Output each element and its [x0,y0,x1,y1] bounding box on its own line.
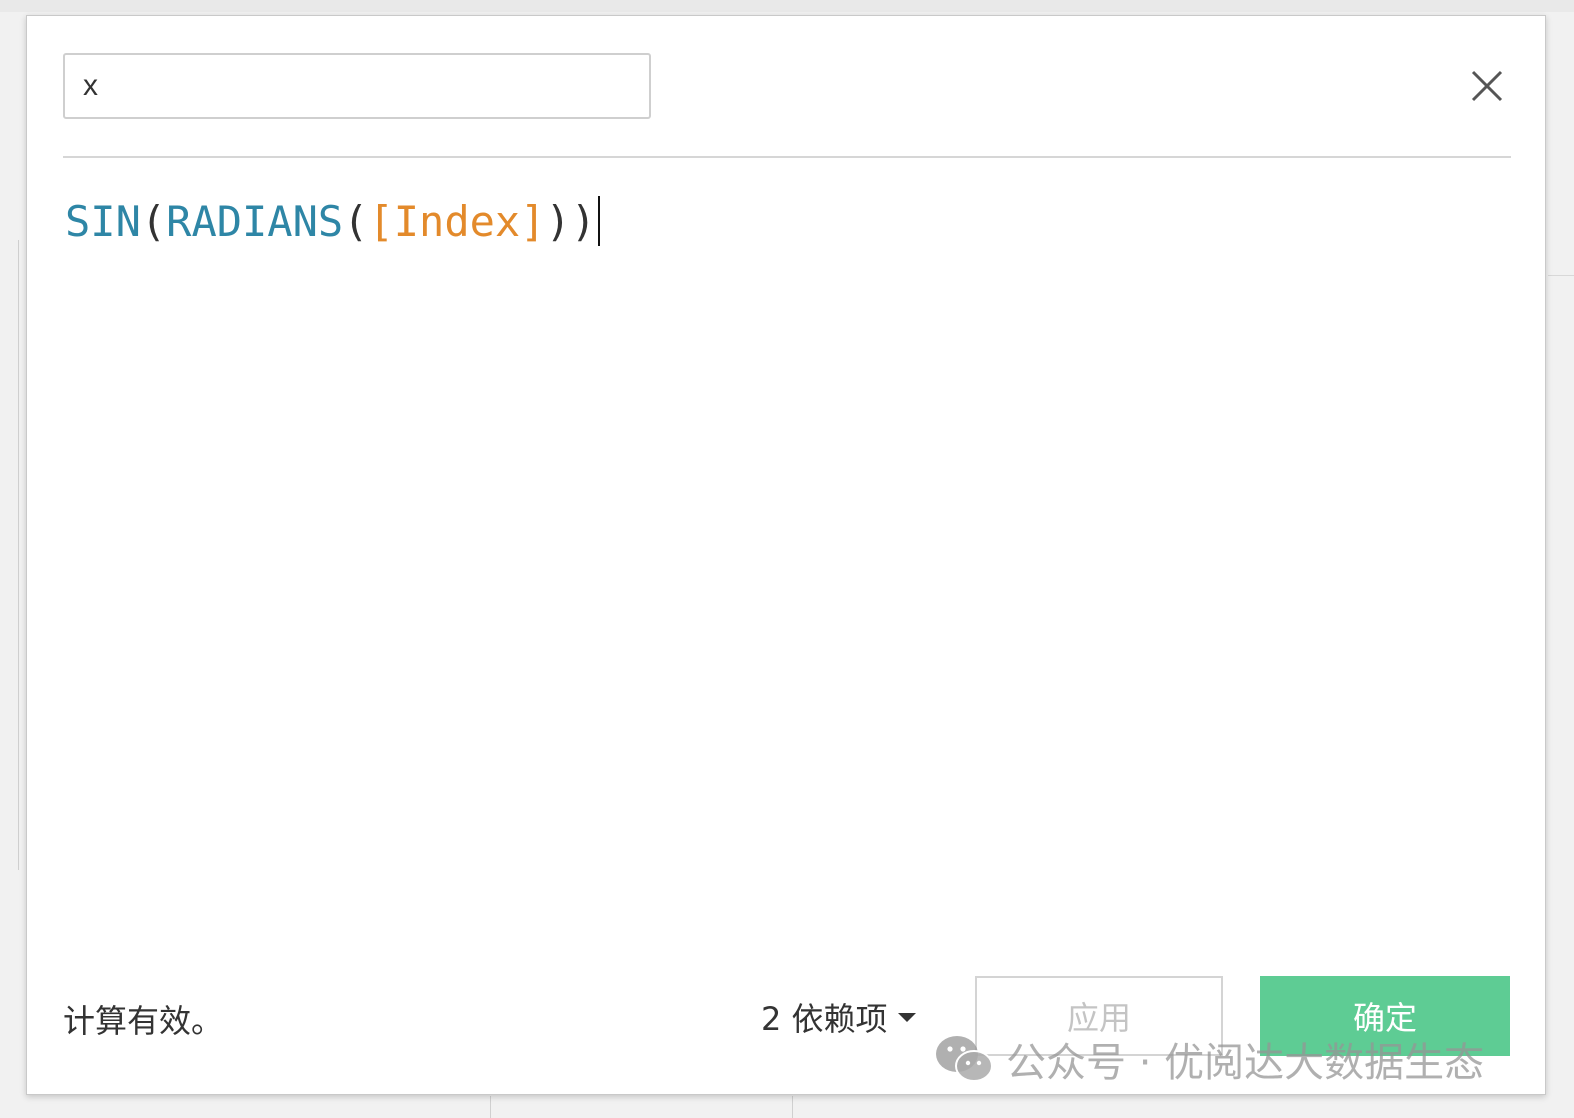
header-divider [63,156,1511,158]
formula-function: RADIANS [166,197,344,246]
dependencies-label: 2 依赖项 [761,1000,888,1038]
background-strip [0,0,1574,12]
close-icon[interactable] [1467,66,1507,106]
watermark-text: 公众号 · 优阅达大数据生态 [1006,1040,1485,1086]
dependencies-dropdown[interactable]: 2 依赖项 [761,994,916,1040]
formula-paren: ( [140,197,167,246]
watermark: 公众号 · 优阅达大数据生态 [934,1030,1484,1088]
formula-paren: ( [343,197,369,246]
formula-paren: ) [545,197,571,246]
formula-editor[interactable]: SIN(RADIANS([Index])) [65,194,601,250]
chevron-down-icon [897,1012,916,1022]
formula-paren: ) [570,197,597,246]
text-cursor [598,196,601,246]
formula-function: SIN [65,197,141,246]
calculation-editor-dialog: SIN(RADIANS([Index])) 计算有效。 2 依赖项 应用 确定 [26,15,1546,1095]
background-divider [18,240,19,870]
calculation-status: 计算有效。 [63,1002,224,1040]
background-divider [490,1096,491,1118]
formula-field: [Index] [368,197,546,246]
wechat-icon [936,1036,993,1082]
calculation-name-input[interactable] [63,53,651,119]
background-divider [1548,275,1574,276]
background-divider [792,1096,793,1118]
